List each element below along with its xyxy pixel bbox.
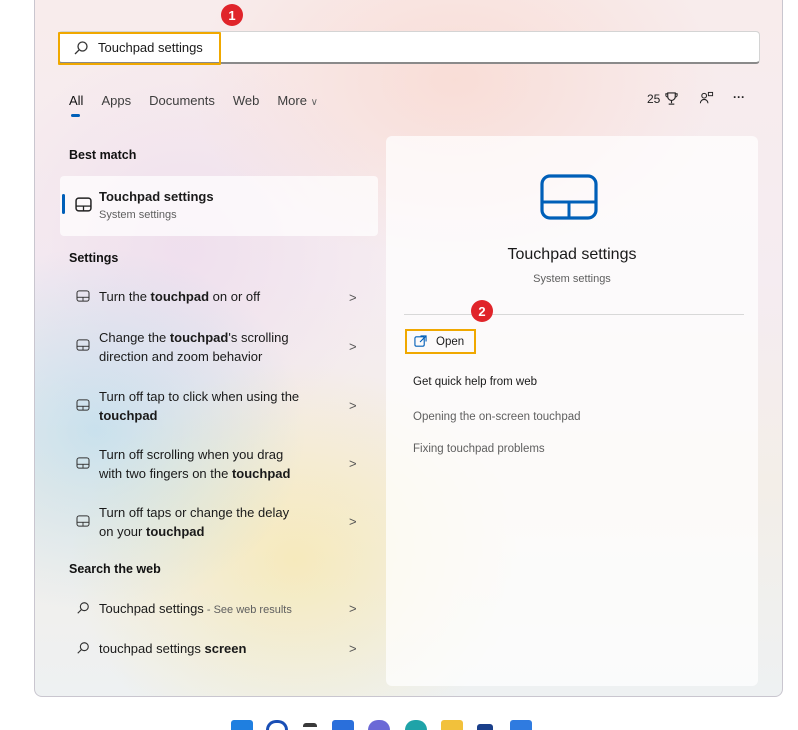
store-icon[interactable] xyxy=(477,724,493,730)
touchpad-icon xyxy=(76,515,90,527)
tab-web[interactable]: Web xyxy=(233,93,260,108)
file-explorer-icon[interactable] xyxy=(441,720,463,730)
label-bold: screen xyxy=(204,641,247,656)
settings-item-label: Change the touchpad's scrolling direction… xyxy=(99,328,289,366)
label-part: direction and zoom behavior xyxy=(99,349,263,364)
start-icon[interactable] xyxy=(231,720,253,730)
label-part: Change the xyxy=(99,330,170,345)
chevron-right-icon: > xyxy=(349,456,357,471)
label-part: 's scrolling xyxy=(228,330,289,345)
help-link[interactable]: Opening the on-screen touchpad xyxy=(413,411,581,423)
best-match-title: Touchpad settings xyxy=(99,189,214,204)
more-options-button[interactable]: ··· xyxy=(733,90,745,104)
label-part: with two fingers on the xyxy=(99,466,232,481)
search-icon xyxy=(77,602,89,614)
open-button[interactable]: Open xyxy=(405,329,476,354)
touchpad-icon xyxy=(76,399,90,411)
step-badge-2: 2 xyxy=(471,300,493,322)
settings-item-label: Turn the touchpad on or off xyxy=(99,287,260,306)
search-web-heading: Search the web xyxy=(69,562,161,576)
tab-documents[interactable]: Documents xyxy=(149,93,215,108)
details-title: Touchpad settings xyxy=(507,246,637,263)
best-match-item[interactable] xyxy=(60,176,378,236)
search-icon xyxy=(77,642,89,654)
tab-apps[interactable]: Apps xyxy=(101,93,131,108)
chevron-down-icon: ∨ xyxy=(310,97,318,108)
label-bold: touchpad xyxy=(150,289,210,304)
web-result-label: Touchpad settings - See web results xyxy=(99,599,292,620)
open-external-icon xyxy=(414,335,427,347)
chevron-right-icon: > xyxy=(349,601,357,616)
quick-help-heading: Get quick help from web xyxy=(413,376,538,388)
chevron-right-icon: > xyxy=(349,514,357,529)
settings-item-label: Turn off taps or change the delay on your… xyxy=(99,503,289,541)
rewards-points[interactable]: 25 xyxy=(647,92,660,106)
people-icon[interactable] xyxy=(699,91,714,106)
widgets-icon[interactable] xyxy=(332,720,354,730)
search-icon xyxy=(74,41,88,55)
active-tab-indicator xyxy=(71,114,80,117)
best-match-heading: Best match xyxy=(69,148,137,162)
open-label: Open xyxy=(436,335,465,348)
touchpad-icon xyxy=(75,197,92,212)
mail-icon[interactable] xyxy=(510,720,532,730)
search-value[interactable]: Touchpad settings xyxy=(98,40,203,55)
web-result-label: touchpad settings screen xyxy=(99,639,246,658)
taskbar xyxy=(0,697,798,727)
tab-all[interactable]: All xyxy=(69,93,83,108)
touchpad-icon xyxy=(76,457,90,469)
tab-more[interactable]: More ∨ xyxy=(277,93,318,108)
touchpad-icon xyxy=(76,290,90,302)
label-suffix: - See web results xyxy=(203,604,292,616)
label-part: Turn the xyxy=(99,289,151,304)
help-link[interactable]: Fixing touchpad problems xyxy=(413,443,545,455)
label-part: touchpad settings xyxy=(99,641,205,656)
trophy-icon[interactable] xyxy=(664,91,679,106)
task-view-icon[interactable] xyxy=(303,723,317,727)
touchpad-icon xyxy=(76,339,90,351)
chevron-right-icon: > xyxy=(349,290,357,305)
best-match-subtitle: System settings xyxy=(99,209,177,221)
label-bold: touchpad xyxy=(169,330,229,345)
selected-indicator xyxy=(62,194,65,214)
label-bold: touchpad xyxy=(231,466,291,481)
chevron-right-icon: > xyxy=(349,641,357,656)
label-part: Turn off taps or change the delay xyxy=(99,505,290,520)
search-tabs: All Apps Documents Web More ∨ xyxy=(69,93,336,108)
label-part: Touchpad settings xyxy=(99,601,204,616)
label-bold: touchpad xyxy=(99,408,158,423)
label-part: on or off xyxy=(209,289,261,304)
chevron-right-icon: > xyxy=(349,398,357,413)
chevron-right-icon: > xyxy=(349,339,357,354)
settings-item-label: Turn off tap to click when using the touc… xyxy=(99,387,299,425)
step-badge-1: 1 xyxy=(221,4,243,26)
settings-item-label: Turn off scrolling when you drag with two… xyxy=(99,445,290,483)
divider xyxy=(404,314,744,315)
label-bold: touchpad xyxy=(145,524,205,539)
label-part: Turn off tap to click when using the xyxy=(99,389,300,404)
settings-heading: Settings xyxy=(69,251,119,265)
label-part: on your xyxy=(99,524,146,539)
label-part: Turn off scrolling when you drag xyxy=(99,447,284,462)
details-subtitle: System settings xyxy=(533,273,611,285)
touchpad-large-icon xyxy=(540,174,598,220)
tab-more-label: More xyxy=(277,93,307,108)
